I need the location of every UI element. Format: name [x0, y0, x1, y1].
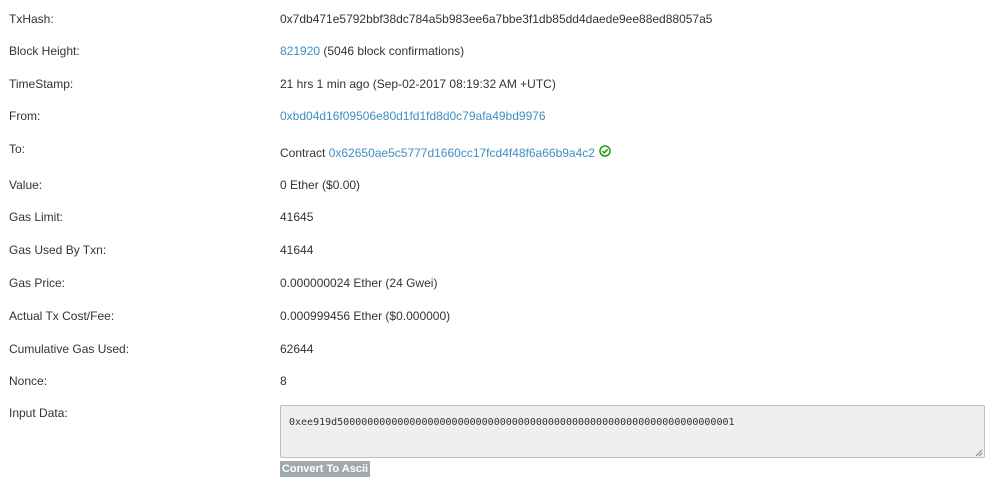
- gas-limit-value: 41645: [280, 210, 314, 224]
- row-gas-price: Gas Price: 0.000000024 Ether (24 Gwei): [0, 273, 1000, 293]
- block-height-label: Block Height:: [9, 44, 80, 58]
- gas-price-value: 0.000000024 Ether (24 Gwei): [280, 276, 438, 290]
- gas-used-value: 41644: [280, 243, 314, 257]
- convert-to-ascii-button[interactable]: Convert To Ascii: [280, 461, 370, 477]
- row-txhash: TxHash: 0x7db471e5792bbf38dc784a5b983ee6…: [0, 9, 1000, 29]
- from-address-link[interactable]: 0xbd04d16f09506e80d1fd1fd8d0c79afa49bd99…: [280, 109, 546, 123]
- timestamp-value: 21 hrs 1 min ago (Sep-02-2017 08:19:32 A…: [280, 77, 556, 91]
- cumulative-gas-label: Cumulative Gas Used:: [9, 342, 130, 356]
- row-value: Value: 0 Ether ($0.00): [0, 175, 1000, 195]
- cumulative-gas-value: 62644: [280, 342, 314, 356]
- fee-value: 0.000999456 Ether ($0.000000): [280, 309, 451, 323]
- block-number-link[interactable]: 821920: [280, 44, 320, 58]
- row-gas-used: Gas Used By Txn: 41644: [0, 240, 1000, 260]
- row-fee: Actual Tx Cost/Fee: 0.000999456 Ether ($…: [0, 306, 1000, 326]
- contract-prefix: Contract: [280, 146, 326, 160]
- block-confirmations: (5046 block confirmations): [323, 44, 465, 58]
- check-circle-icon: [599, 143, 611, 163]
- row-to-value: Contract 0x62650ae5c5777d1660cc17fcd4f48…: [0, 143, 1000, 163]
- resize-grip-icon[interactable]: [975, 448, 983, 457]
- gas-used-label: Gas Used By Txn:: [9, 243, 107, 257]
- from-label: From:: [9, 109, 41, 123]
- nonce-value: 8: [280, 374, 287, 388]
- to-value: Contract 0x62650ae5c5777d1660cc17fcd4f48…: [280, 143, 611, 164]
- value-label: Value:: [9, 178, 43, 192]
- value-value: 0 Ether ($0.00): [280, 178, 361, 192]
- fee-label: Actual Tx Cost/Fee:: [9, 309, 115, 323]
- from-value: 0xbd04d16f09506e80d1fd1fd8d0c79afa49bd99…: [280, 106, 546, 126]
- input-data-textarea[interactable]: 0xee919d50000000000000000000000000000000…: [280, 405, 985, 458]
- row-block-height: Block Height: 821920 (5046 block confirm…: [0, 41, 1000, 61]
- block-height-value: 821920 (5046 block confirmations): [280, 41, 464, 61]
- row-from: From: 0xbd04d16f09506e80d1fd1fd8d0c79afa…: [0, 106, 1000, 126]
- transaction-details: TxHash: 0x7db471e5792bbf38dc784a5b983ee6…: [0, 0, 1000, 490]
- row-nonce: Nonce: 8: [0, 371, 1000, 391]
- row-timestamp: TimeStamp: 21 hrs 1 min ago (Sep-02-2017…: [0, 74, 1000, 94]
- gas-limit-label: Gas Limit:: [9, 210, 64, 224]
- timestamp-label: TimeStamp:: [9, 77, 74, 91]
- to-address-link[interactable]: 0x62650ae5c5777d1660cc17fcd4f48f6a66b9a4…: [329, 146, 595, 160]
- input-data-label: Input Data:: [9, 406, 68, 420]
- txhash-value: 0x7db471e5792bbf38dc784a5b983ee6a7bbe3f1…: [280, 12, 713, 26]
- row-gas-limit: Gas Limit: 41645: [0, 207, 1000, 227]
- input-data-text: 0xee919d50000000000000000000000000000000…: [289, 417, 735, 428]
- nonce-label: Nonce:: [9, 374, 48, 388]
- txhash-label: TxHash:: [9, 12, 54, 26]
- row-cumulative-gas: Cumulative Gas Used: 62644: [0, 339, 1000, 359]
- gas-price-label: Gas Price:: [9, 276, 66, 290]
